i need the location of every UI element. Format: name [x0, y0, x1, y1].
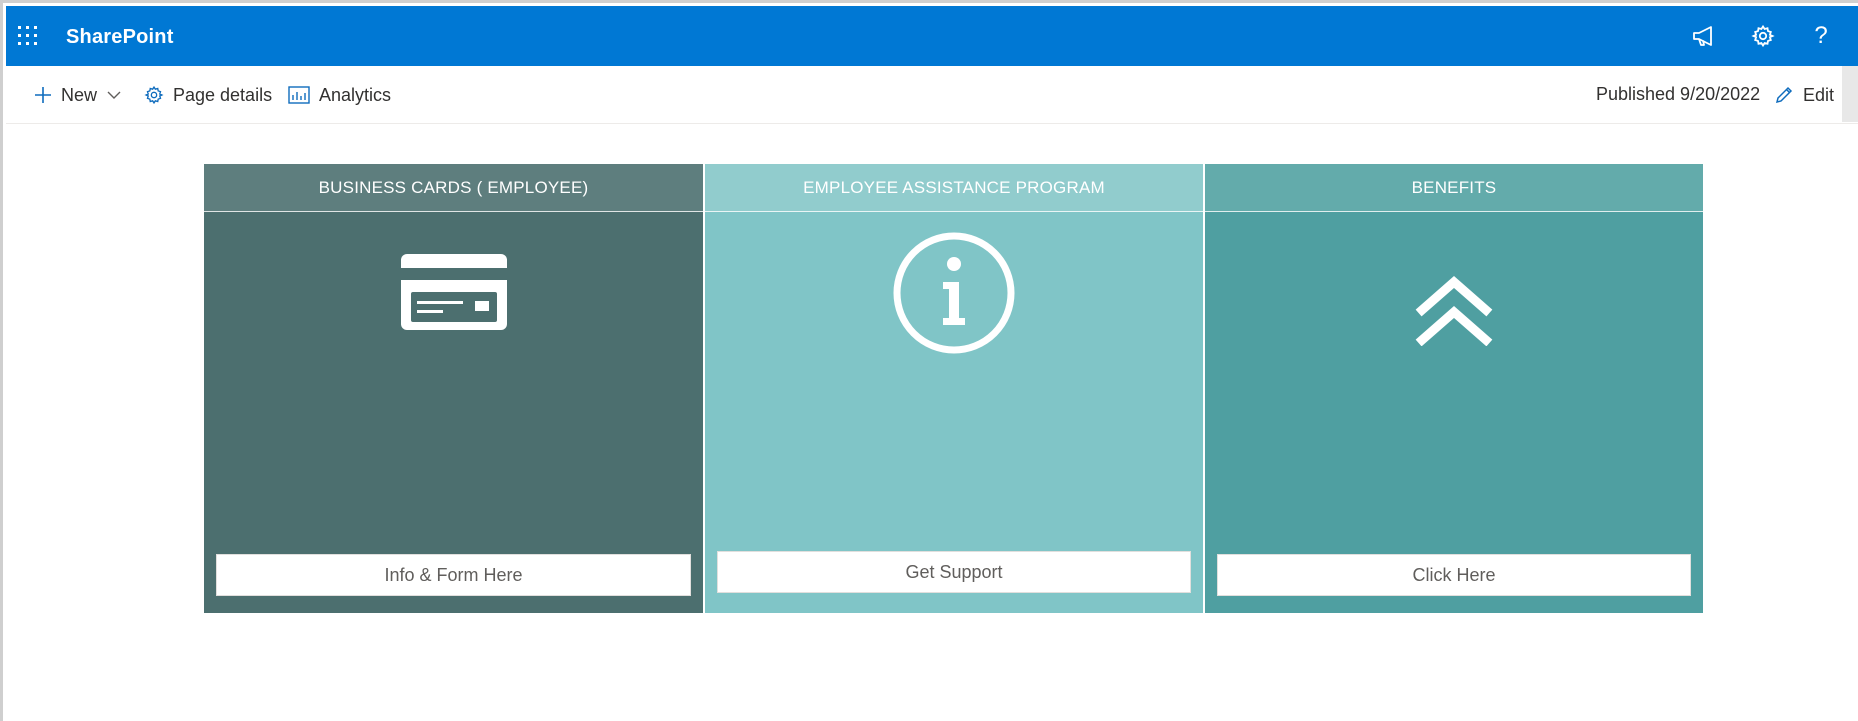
help-icon[interactable]: ? — [1807, 22, 1835, 50]
page-details-label: Page details — [173, 84, 273, 105]
tile-header: EMPLOYEE ASSISTANCE PROGRAM — [705, 164, 1203, 212]
new-label: New — [61, 84, 98, 105]
page-details-button[interactable]: Page details — [144, 82, 272, 108]
info-icon — [705, 230, 1203, 356]
pencil-icon — [1774, 85, 1794, 105]
analytics-icon — [288, 86, 310, 104]
suite-bar: SharePoint ? — [6, 6, 1858, 66]
double-chevron-up-icon — [1205, 276, 1703, 346]
info-form-button[interactable]: Info & Form Here — [216, 554, 691, 596]
gear-icon[interactable] — [1749, 22, 1777, 50]
new-button[interactable]: New — [34, 82, 121, 108]
tile-business-cards[interactable]: BUSINESS CARDS ( EMPLOYEE) Info & Form H… — [204, 164, 703, 613]
tile-header: BUSINESS CARDS ( EMPLOYEE) — [204, 164, 703, 212]
tile-header: BENEFITS — [1205, 164, 1703, 212]
page-frame: SharePoint ? New Page details Analytics … — [0, 0, 1858, 721]
analytics-button[interactable]: Analytics — [288, 82, 391, 108]
gear-icon — [144, 85, 164, 105]
command-bar: New Page details Analytics Published 9/2… — [6, 66, 1858, 124]
edit-button[interactable]: Edit — [1774, 82, 1834, 108]
get-support-button[interactable]: Get Support — [717, 551, 1191, 593]
chevron-down-icon — [107, 90, 121, 100]
tile-employee-assistance[interactable]: EMPLOYEE ASSISTANCE PROGRAM Get Support — [703, 164, 1203, 613]
megaphone-icon[interactable] — [1690, 22, 1718, 50]
side-panel-handle[interactable] — [1842, 66, 1858, 122]
tile-benefits[interactable]: BENEFITS Click Here — [1203, 164, 1703, 613]
waffle-icon[interactable] — [16, 24, 40, 48]
plus-icon — [34, 86, 52, 104]
published-status: Published 9/20/2022 — [1596, 84, 1761, 104]
edit-label: Edit — [1803, 84, 1835, 105]
analytics-label: Analytics — [319, 84, 392, 105]
click-here-button[interactable]: Click Here — [1217, 554, 1691, 596]
quick-links-tiles: BUSINESS CARDS ( EMPLOYEE) Info & Form H… — [204, 164, 1703, 613]
app-name[interactable]: SharePoint — [66, 26, 174, 49]
credit-card-icon — [204, 252, 703, 332]
